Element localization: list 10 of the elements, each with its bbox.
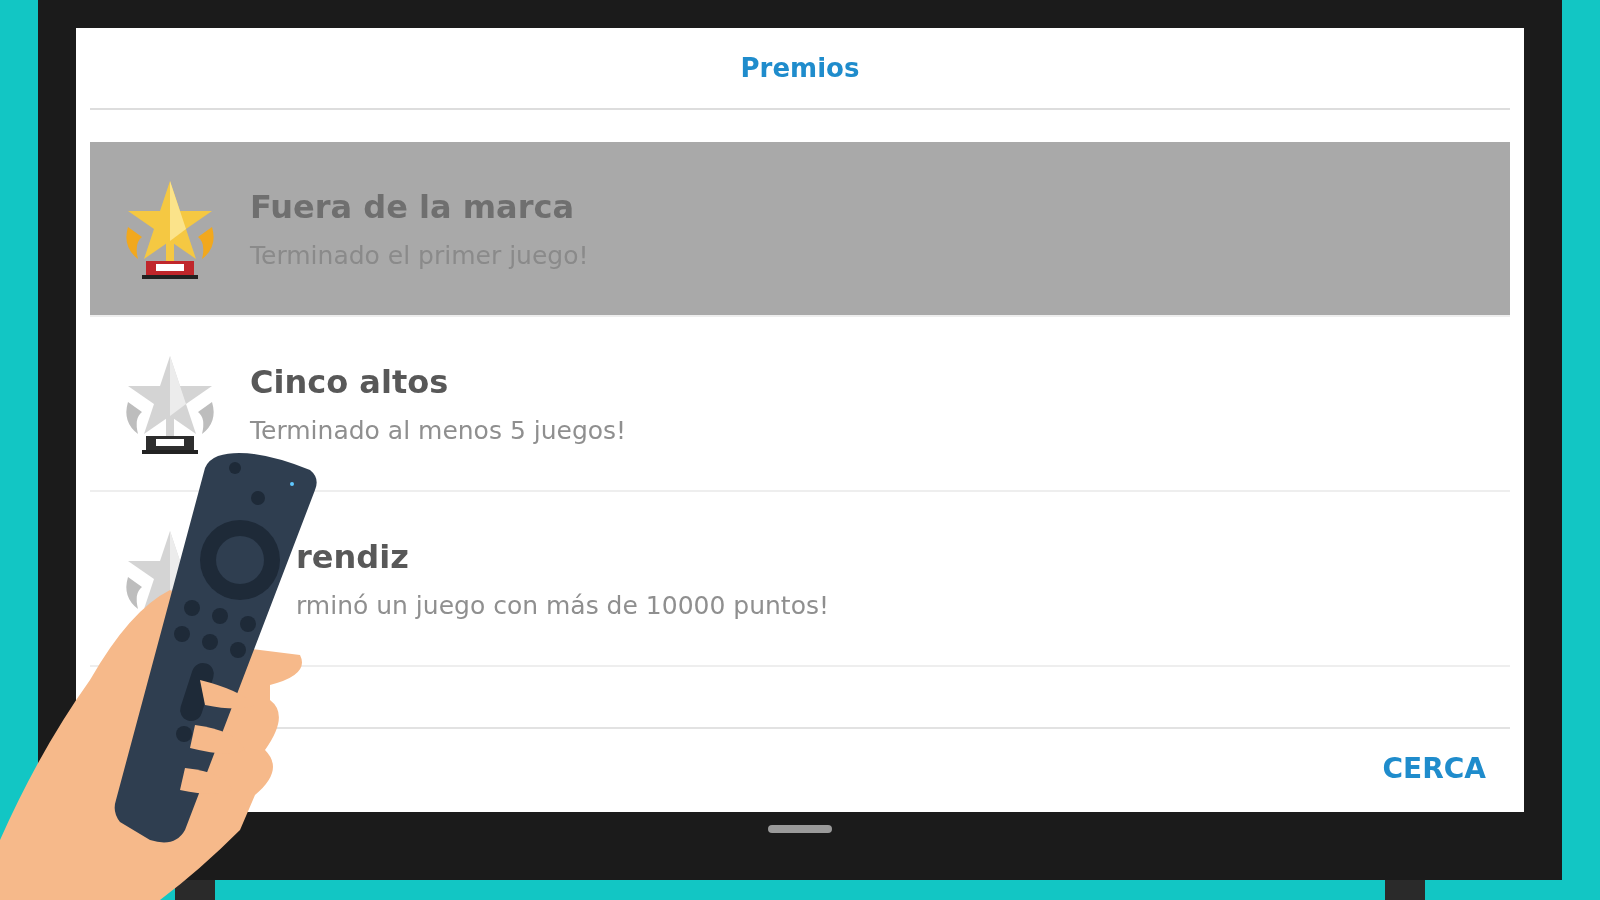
logo-icon bbox=[768, 825, 832, 833]
tv-stand-leg bbox=[1385, 880, 1425, 900]
tv-stand-leg bbox=[175, 880, 215, 900]
award-title: Fuera de la marca bbox=[250, 186, 575, 228]
dialog-title: Premios bbox=[740, 51, 860, 85]
award-description: Terminado al menos 5 juegos! bbox=[250, 414, 627, 447]
award-title: Cinco altos bbox=[250, 361, 450, 403]
award-title: rendiz bbox=[296, 536, 410, 578]
award-description: rminó un juego con más de 10000 puntos! bbox=[296, 589, 829, 622]
close-button[interactable]: CERCA bbox=[1374, 748, 1494, 790]
